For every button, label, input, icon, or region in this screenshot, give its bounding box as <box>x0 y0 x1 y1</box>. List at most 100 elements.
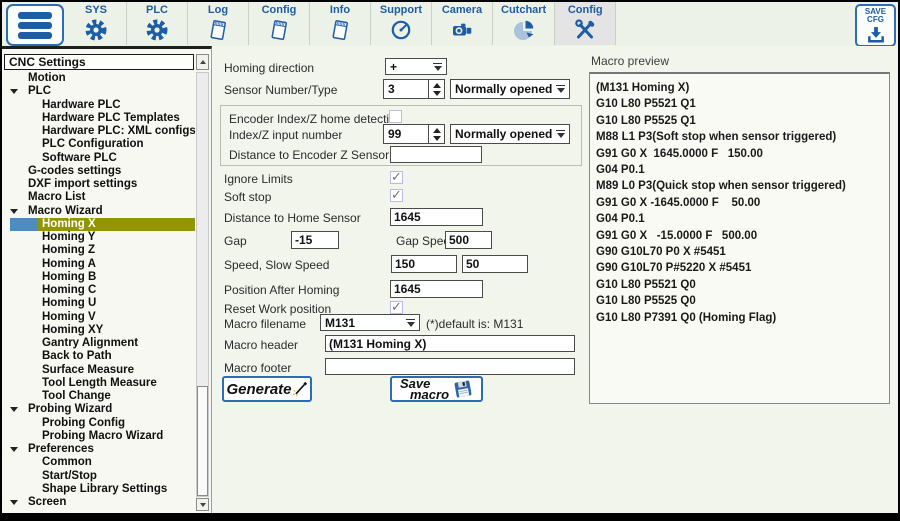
macro-line: G10 L80 P5521 Q0 <box>596 278 696 291</box>
macro-line: G04 P0.1 <box>596 213 645 226</box>
toolbar-tab[interactable]: Config <box>555 2 617 45</box>
tree-item[interactable]: Homing U <box>2 297 195 310</box>
tree-item[interactable]: Macro List <box>2 191 195 204</box>
scrollbar-thumb[interactable] <box>197 386 208 496</box>
macro-line: G10 L80 P7391 Q0 (Homing Flag) <box>596 311 777 324</box>
tree-item[interactable]: Shape Library Settings <box>2 483 195 496</box>
toolbar: SYS PLC Log Config Info Support Camera C… <box>2 2 898 47</box>
tree-root-header[interactable]: CNC Settings <box>4 54 194 70</box>
distance-home-input[interactable] <box>390 208 483 226</box>
speed-input[interactable] <box>391 255 457 273</box>
spinner-arrows-icon[interactable] <box>428 125 444 143</box>
tree-item[interactable]: Homing C <box>2 284 195 297</box>
encoder-distance-input[interactable] <box>390 146 482 163</box>
tree-item[interactable]: Macro Wizard <box>2 205 195 218</box>
tree-item[interactable]: Homing B <box>2 271 195 284</box>
tree-item[interactable]: Back to Path <box>2 350 195 363</box>
gap-speed-input[interactable] <box>445 231 492 249</box>
camera-icon <box>450 18 474 42</box>
menu-icon <box>18 11 52 19</box>
ignore-limits-checkbox[interactable]: ✓ <box>390 170 403 184</box>
encoder-detect-label: Encoder Index/Z home detection <box>229 112 403 126</box>
macro-filename-label: Macro filename <box>224 317 307 331</box>
tree-item[interactable]: Common <box>2 456 195 469</box>
gear-icon <box>145 18 169 42</box>
macro-line: G10 L80 P5525 Q0 <box>596 295 696 308</box>
tree-item[interactable]: PLC Configuration <box>2 138 195 151</box>
macro-line: G91 G0 X -15.0000 F 500.00 <box>596 229 758 242</box>
tree-item[interactable]: Hardware PLC Templates <box>2 112 195 125</box>
scroll-up-button[interactable] <box>196 54 209 70</box>
save-cfg-button[interactable]: SAVE CFG <box>855 4 896 47</box>
macro-header-input[interactable] <box>325 335 575 352</box>
soft-stop-checkbox[interactable]: ✓ <box>390 188 403 202</box>
toolbar-tab[interactable]: Cutchart <box>493 2 556 45</box>
gap-input[interactable] <box>291 231 339 249</box>
tree-scrollbar[interactable] <box>196 72 209 497</box>
tree-item[interactable]: Probing Wizard <box>2 403 195 416</box>
tree-item[interactable]: Homing A <box>2 258 195 271</box>
pencil-icon <box>292 381 307 396</box>
toolbar-tab[interactable]: Config <box>249 2 310 45</box>
tree-item[interactable]: PLC <box>2 85 195 98</box>
toolbar-tab[interactable]: Support <box>371 2 432 45</box>
tree-item[interactable]: Motion <box>2 72 195 85</box>
tree-item[interactable]: Homing Y <box>2 231 195 244</box>
dial-icon <box>389 18 413 42</box>
tree-item[interactable]: Start/Stop <box>2 470 195 483</box>
toolbar-tab[interactable]: SYS <box>66 2 127 45</box>
tree-item[interactable]: Probing Macro Wizard <box>2 430 195 443</box>
scroll-down-button[interactable] <box>196 498 209 511</box>
generate-button[interactable]: Generate <box>222 376 312 402</box>
tree-item[interactable]: Homing Z <box>2 244 195 257</box>
sensor-number-label: Sensor Number/Type <box>224 83 338 97</box>
tree-item[interactable]: Tool Change <box>2 390 195 403</box>
ignore-limits-label: Ignore Limits <box>224 172 293 186</box>
tree-item[interactable]: Gantry Alignment <box>2 337 195 350</box>
app-window: SYS PLC Log Config Info Support Camera C… <box>2 2 898 513</box>
arrow-up-icon <box>199 60 206 64</box>
tree-item[interactable]: Hardware PLC <box>2 99 195 112</box>
sensor-type-select[interactable]: Normally opened <box>450 79 570 99</box>
macro-filename-hint: (*)default is: M131 <box>426 317 524 331</box>
tree-item[interactable]: Surface Measure <box>2 364 195 377</box>
notebook-icon <box>267 18 291 42</box>
macro-footer-input[interactable] <box>325 358 575 375</box>
menu-button[interactable] <box>6 4 64 46</box>
index-input-spinner[interactable]: 99 <box>383 124 445 144</box>
macro-filename-select[interactable]: M131 <box>320 314 420 331</box>
tree-item[interactable]: Homing X <box>2 217 195 231</box>
gap-label: Gap <box>224 234 247 248</box>
tree-item[interactable]: Screen <box>2 496 195 509</box>
reset-work-checkbox[interactable]: ✓ <box>390 300 403 314</box>
tree-item[interactable]: DXF import settings <box>2 178 195 191</box>
tree-item[interactable]: Preferences <box>2 443 195 456</box>
index-type-select[interactable]: Normally opened <box>450 124 570 144</box>
gear-icon <box>84 18 108 42</box>
tree-item[interactable]: Hardware PLC: XML configs <box>2 125 195 138</box>
save-macro-button[interactable]: Save macro <box>390 376 483 402</box>
position-after-input[interactable] <box>390 280 483 298</box>
tree-item[interactable]: Homing XY <box>2 324 195 337</box>
toolbar-tab[interactable]: PLC <box>127 2 188 45</box>
toolbar-tab[interactable]: Log <box>188 2 249 45</box>
tree-item[interactable]: Homing V <box>2 311 195 324</box>
slow-speed-input[interactable] <box>462 255 528 273</box>
expander-icon <box>10 208 18 214</box>
sensor-number-spinner[interactable]: 3 <box>383 79 445 99</box>
toolbar-tab[interactable]: Camera <box>432 2 493 45</box>
macro-line: G90 G10L70 P#5220 X #5451 <box>596 262 752 275</box>
macro-preview-box[interactable]: (M131 Homing X) G10 L80 P5521 Q1 G10 L80… <box>589 72 890 404</box>
homing-direction-select[interactable]: + <box>385 58 447 75</box>
tree-item[interactable]: Probing Config <box>2 417 195 430</box>
encoder-detect-checkbox[interactable] <box>389 110 402 123</box>
spinner-arrows-icon[interactable] <box>428 80 444 98</box>
tree-item[interactable]: Software PLC <box>2 152 195 165</box>
save-download-icon <box>866 25 886 45</box>
tools-icon <box>573 18 597 42</box>
tree-item[interactable]: G-codes settings <box>2 165 195 178</box>
tree-item[interactable]: Tool Length Measure <box>2 377 195 390</box>
speed-label: Speed, Slow Speed <box>224 258 330 272</box>
toolbar-tab[interactable]: Info <box>310 2 371 45</box>
macro-line: G10 L80 P5521 Q1 <box>596 98 696 111</box>
